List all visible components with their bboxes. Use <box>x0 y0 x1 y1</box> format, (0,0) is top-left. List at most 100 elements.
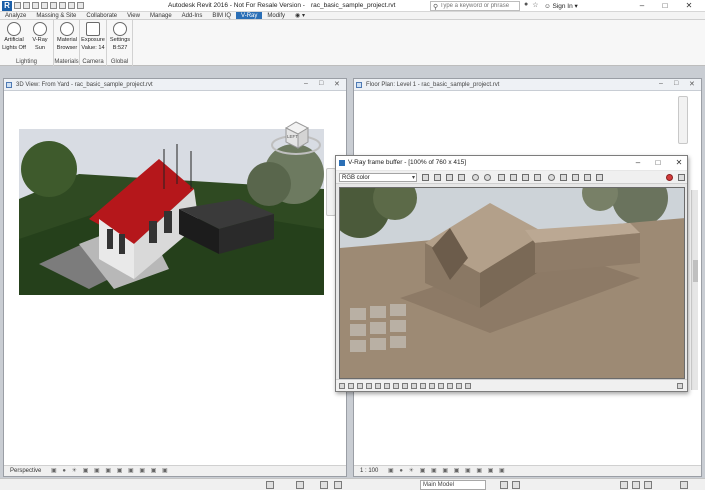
view-maximize-icon[interactable]: □ <box>319 80 323 87</box>
tab-massing-site[interactable]: Massing & Site <box>31 12 81 19</box>
view-minimize-icon[interactable]: – <box>304 80 308 87</box>
render-stop-icon[interactable] <box>666 174 673 181</box>
histogram-icon[interactable] <box>411 383 417 389</box>
view-title-plan: Floor Plan: Level 1 - rac_basic_sample_p… <box>354 79 701 91</box>
color-correction-icon[interactable] <box>339 383 345 389</box>
group-lighting: Artificial Lights Off V-Ray Sun Lighting <box>0 20 54 66</box>
alpha-channel-icon[interactable] <box>472 174 479 181</box>
open-icon[interactable] <box>14 2 21 9</box>
lut-icon[interactable] <box>384 383 390 389</box>
navigation-bar-plan[interactable] <box>678 96 688 144</box>
vray-frame-buffer-window[interactable]: V-Ray frame buffer - [100% of 760 x 415]… <box>335 155 688 392</box>
view-close-icon[interactable]: ✕ <box>334 80 340 88</box>
text-icon[interactable] <box>68 2 75 9</box>
search-box[interactable]: ⚲ <box>430 1 520 11</box>
vertical-wipe-icon[interactable] <box>447 383 453 389</box>
lens-effects-icon[interactable] <box>596 174 603 181</box>
plan-control-icons[interactable]: ▣ ● ☀ ▣ ▣ ▣ ▣ ▣ ▣ ▣ ▣ <box>388 466 507 477</box>
channel-select[interactable]: RGB color ▾ <box>339 173 417 182</box>
select-underlay-icon[interactable] <box>512 481 520 489</box>
plan-maximize-icon[interactable]: □ <box>674 80 678 87</box>
vfb-minimize-button[interactable]: – <box>630 156 646 170</box>
active-model-select[interactable]: Main Model <box>420 480 486 490</box>
vfb-render-image[interactable] <box>339 187 685 379</box>
vfb-maximize-button[interactable]: □ <box>650 156 666 170</box>
blue-channel-icon[interactable] <box>458 174 465 181</box>
levels-icon[interactable] <box>357 383 363 389</box>
drag-elements-icon[interactable] <box>644 481 652 489</box>
pixel-info-icon[interactable] <box>402 383 408 389</box>
tab-modify[interactable]: Modify <box>262 12 290 19</box>
red-channel-icon[interactable] <box>434 174 441 181</box>
link-icon[interactable] <box>572 174 579 181</box>
save-image-icon[interactable] <box>422 174 429 181</box>
compare-a-icon[interactable] <box>420 383 426 389</box>
tab-view[interactable]: View <box>122 12 145 19</box>
ocio-icon[interactable] <box>393 383 399 389</box>
save-icon[interactable] <box>23 2 30 9</box>
srgb-icon[interactable] <box>375 383 381 389</box>
swap-icon[interactable] <box>456 383 462 389</box>
select-by-face-icon[interactable] <box>632 481 640 489</box>
resize-grip-icon[interactable] <box>677 383 683 389</box>
redo-icon[interactable] <box>41 2 48 9</box>
design-options-icon[interactable] <box>320 481 328 489</box>
active-model-value: Main Model <box>423 482 455 488</box>
tab-manage[interactable]: Manage <box>145 12 177 19</box>
star-icon[interactable]: ☆ <box>532 1 538 9</box>
measure-icon[interactable] <box>59 2 66 9</box>
ribbon-options-icon[interactable]: ◉ ▾ <box>290 12 310 19</box>
material-browser-button[interactable]: Material Browser <box>54 22 80 51</box>
view-scale-label[interactable]: 1 : 100 <box>360 468 378 474</box>
curve-icon[interactable] <box>366 383 372 389</box>
tab-add-ins[interactable]: Add-Ins <box>177 12 208 19</box>
tab-bim-iq[interactable]: BIM IQ <box>207 12 236 19</box>
plan-minimize-icon[interactable]: – <box>659 80 663 87</box>
tab-collaborate[interactable]: Collaborate <box>81 12 122 19</box>
exposure-icon[interactable] <box>348 383 354 389</box>
tab-analyze[interactable]: Analyze <box>0 12 31 19</box>
load-icon[interactable] <box>510 174 517 181</box>
v-ray-sun-button[interactable]: V-Ray Sun <box>27 22 53 51</box>
horizontal-wipe-icon[interactable] <box>438 383 444 389</box>
select-pinned-icon[interactable] <box>620 481 628 489</box>
vfb-close-button[interactable]: ✕ <box>671 156 687 170</box>
clear-icon[interactable] <box>522 174 529 181</box>
history-icon[interactable] <box>584 174 591 181</box>
projection-mode-label[interactable]: Perspective <box>10 468 41 474</box>
plan-close-icon[interactable]: ✕ <box>689 80 695 88</box>
workset-icon[interactable] <box>266 481 274 489</box>
render-teapot-icon[interactable] <box>678 174 685 181</box>
region-render-icon[interactable] <box>560 174 567 181</box>
save-icon[interactable] <box>498 174 505 181</box>
viewcube[interactable]: LEFT <box>270 118 322 158</box>
view-control-icons[interactable]: ▣ ● ☀ ▣ ▣ ▣ ▣ ▣ ▣ ▣ ▣ <box>51 466 170 477</box>
binoculars-icon[interactable]: ● <box>524 1 528 9</box>
undo-icon[interactable] <box>32 2 39 9</box>
exposure-value-button[interactable]: Exposure Value: 14 <box>80 22 106 51</box>
group-label-materials: Materials <box>54 59 79 65</box>
artificial-lights-off-button[interactable]: Artificial Lights Off <box>1 22 27 51</box>
print-icon[interactable] <box>50 2 57 9</box>
scrollbar-thumb[interactable] <box>693 260 698 282</box>
editable-only-icon[interactable] <box>334 481 342 489</box>
track-mouse-icon[interactable] <box>548 174 555 181</box>
settings-button[interactable]: Settings B:527 <box>107 22 133 51</box>
compare-b-icon[interactable] <box>429 383 435 389</box>
select-links-icon[interactable] <box>500 481 508 489</box>
revit-app-icon[interactable]: R <box>2 1 12 11</box>
sign-in-link[interactable]: ☺ Sign In ▾ <box>544 2 578 10</box>
close-button[interactable]: ✕ <box>680 0 698 12</box>
worksharing-icon[interactable] <box>296 481 304 489</box>
green-channel-icon[interactable] <box>446 174 453 181</box>
tab-v-ray[interactable]: V-Ray <box>236 12 263 19</box>
duplicate-icon[interactable] <box>534 174 541 181</box>
stamp-icon[interactable] <box>465 383 471 389</box>
search-input[interactable] <box>440 2 520 10</box>
monochrome-icon[interactable] <box>484 174 491 181</box>
minimize-button[interactable]: – <box>633 0 651 12</box>
maximize-button[interactable]: □ <box>656 0 674 12</box>
plan-vertical-scrollbar[interactable] <box>691 190 698 390</box>
filter-icon[interactable] <box>680 481 688 489</box>
3d-view-icon[interactable] <box>77 2 84 9</box>
